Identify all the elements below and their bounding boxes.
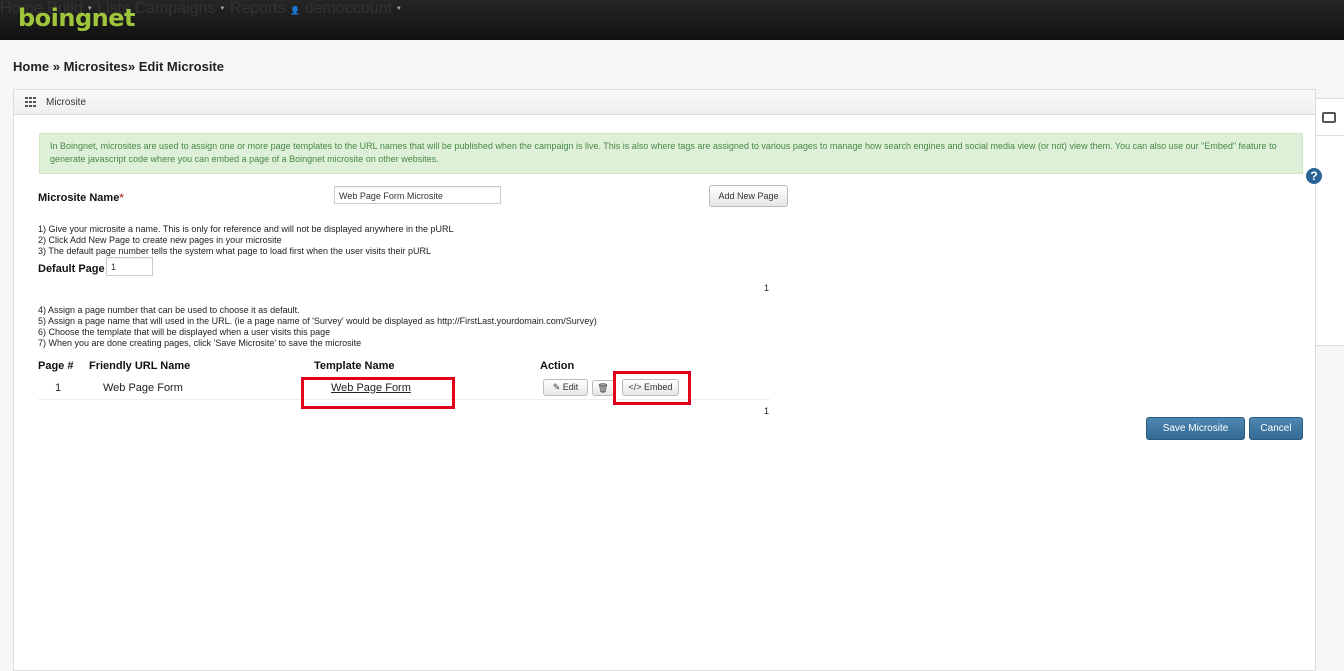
cancel-button[interactable]: Cancel — [1249, 417, 1303, 440]
add-new-page-button[interactable]: Add New Page — [709, 185, 788, 207]
page-counter-bottom: 1 — [764, 406, 770, 416]
side-panel — [1315, 98, 1344, 346]
row-friendly-url: Web Page Form — [103, 382, 183, 394]
header-page-number: Page # — [38, 360, 74, 372]
info-alert: In Boingnet, microsites are used to assi… — [39, 133, 1303, 174]
trash-icon: 🗑 — [597, 383, 609, 393]
brand-logo[interactable]: boingnet — [18, 4, 136, 32]
row-page-number: 1 — [55, 382, 62, 394]
instructions-first: 1) Give your microsite a name. This is o… — [38, 224, 454, 256]
header-friendly-url: Friendly URL Name — [89, 360, 191, 372]
toolbox-icon[interactable] — [1322, 112, 1336, 123]
breadcrumb-separator: » — [127, 59, 139, 74]
template-highlight-box — [301, 377, 455, 409]
chevron-down-icon: ▼ — [395, 5, 402, 12]
chevron-down-icon: ▼ — [219, 5, 226, 12]
panel-header: Microsite — [14, 90, 1315, 115]
microsite-name-label-text: Microsite Name — [38, 192, 120, 204]
save-microsite-button[interactable]: Save Microsite — [1146, 417, 1245, 440]
edit-icon: ✎ — [552, 382, 561, 392]
nav-user-menu[interactable]: 👤 democcount ▼ — [290, 0, 402, 17]
embed-highlight-box — [613, 371, 691, 405]
breadcrumb-separator: » — [49, 59, 64, 74]
nav-reports[interactable]: Reports — [230, 0, 286, 17]
header-template-name: Template Name — [314, 360, 395, 372]
microsite-name-input[interactable]: Web Page Form Microsite — [334, 186, 501, 204]
breadcrumb: Home » Microsites» Edit Microsite — [13, 59, 224, 74]
breadcrumb-current: Edit Microsite — [138, 59, 224, 74]
grid-icon — [25, 97, 37, 107]
page-counter-top: 1 — [764, 283, 770, 293]
panel-title: Microsite — [46, 97, 87, 108]
help-icon[interactable]: ? — [1306, 168, 1322, 184]
default-page-input[interactable]: 1 — [106, 257, 153, 276]
user-icon: 👤 — [290, 6, 301, 15]
edit-button[interactable]: ✎ Edit — [543, 379, 588, 396]
side-divider — [1316, 135, 1344, 136]
required-mark: * — [119, 192, 124, 204]
default-page-label: Default Page — [38, 263, 105, 275]
microsite-name-label: Microsite Name* — [38, 192, 124, 204]
nav-campaigns[interactable]: Campaigns ▼ — [134, 0, 225, 17]
top-navbar: boingnet Home Build ▼ Lists Campaigns ▼ Re… — [0, 0, 1344, 40]
edit-label: Edit — [562, 382, 579, 392]
breadcrumb-home[interactable]: Home — [13, 59, 49, 74]
instructions-second: 4) Assign a page number that can be used… — [38, 305, 597, 348]
breadcrumb-microsites[interactable]: Microsites — [64, 59, 128, 74]
nav-campaigns-label: Campaigns — [134, 0, 216, 17]
delete-button[interactable]: 🗑 — [592, 380, 614, 396]
header-action: Action — [540, 360, 575, 372]
user-name: democcount — [304, 0, 392, 17]
